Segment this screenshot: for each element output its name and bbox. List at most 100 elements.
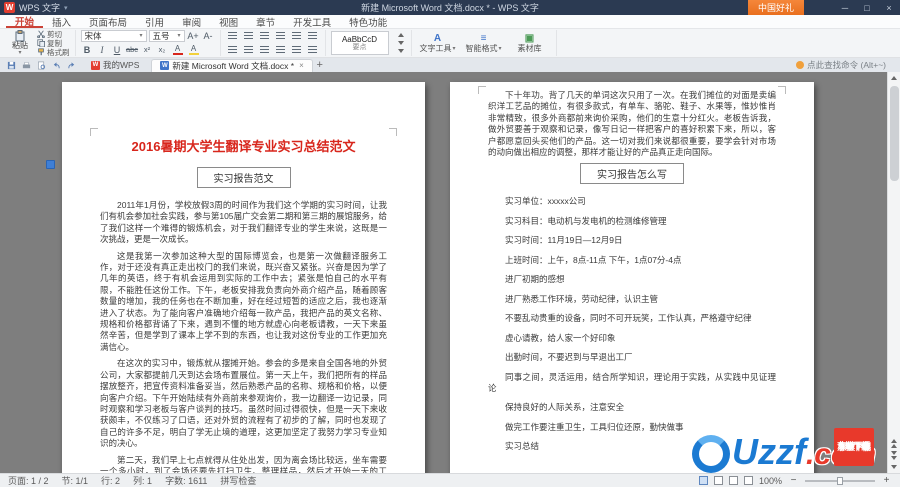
bold-button[interactable]: B xyxy=(81,44,94,56)
scrollbar-thumb[interactable] xyxy=(889,86,899,181)
next-page-button[interactable] xyxy=(888,449,900,461)
format-painter-button[interactable]: 格式刷 xyxy=(37,48,70,57)
zoom-slider[interactable] xyxy=(805,476,875,485)
list-item[interactable]: 进厂初期的感想 xyxy=(488,274,776,285)
shrink-font-button[interactable]: A- xyxy=(202,30,215,42)
save-button[interactable] xyxy=(4,59,19,71)
outline-view-button[interactable] xyxy=(728,476,738,485)
style-gallery-more-button[interactable] xyxy=(396,48,406,54)
highlight-color-button[interactable]: A xyxy=(187,44,201,56)
page-1[interactable]: 2016暑期大学生翻译专业实习总结范文 实习报告范文 2011年1月份，学校放假… xyxy=(62,82,425,473)
font-name-select[interactable]: 宋体 ▾ xyxy=(80,30,147,43)
subtitle-box[interactable]: 实习报告范文 xyxy=(196,167,291,188)
smart-format-button[interactable]: ≡ 智能格式 ▾ xyxy=(463,33,505,53)
zoom-slider-thumb[interactable] xyxy=(837,476,843,485)
font-size-value: 五号 xyxy=(152,31,170,42)
find-command-hint[interactable]: 点此查找命令 (Alt+~) xyxy=(796,59,886,71)
zoom-in-button[interactable]: + xyxy=(881,475,892,486)
grow-font-button[interactable]: A+ xyxy=(187,30,200,42)
new-tab-button[interactable]: + xyxy=(313,59,327,72)
borders-button[interactable] xyxy=(306,30,320,42)
style-gallery-down-button[interactable] xyxy=(396,40,406,46)
fullscreen-view-button[interactable] xyxy=(743,476,753,485)
menu-tab-section[interactable]: 章节 xyxy=(247,15,284,29)
font-color-button[interactable]: A xyxy=(171,44,185,56)
paragraph[interactable]: 这是我第一次参加这种大型的国际博览会，也是第一次做翻译服务工作，对于还没有真正走… xyxy=(100,251,387,354)
align-center-button[interactable] xyxy=(242,44,256,56)
list-item[interactable]: 实习单位：xxxxx公司 xyxy=(488,196,776,207)
shading-button[interactable] xyxy=(290,30,304,42)
superscript-button[interactable]: x² xyxy=(141,44,154,56)
bullets-button[interactable] xyxy=(226,30,240,42)
subscript-button[interactable]: x₂ xyxy=(156,44,169,56)
italic-button[interactable]: I xyxy=(96,44,109,56)
menu-tab-page-layout[interactable]: 页面布局 xyxy=(80,15,136,29)
web-layout-view-button[interactable] xyxy=(713,476,723,485)
menu-tab-special-features[interactable]: 特色功能 xyxy=(340,15,396,29)
list-item[interactable]: 出勤时间，不要迟到与早退出工厂 xyxy=(488,352,776,363)
strikethrough-button[interactable]: abc xyxy=(126,44,139,56)
justify-button[interactable] xyxy=(274,44,288,56)
text-tools-label: 文字工具 xyxy=(419,44,452,53)
list-item[interactable]: 不要乱动贵重的设备，同时不可开玩笑，工作认真，严格遵守纪律 xyxy=(488,313,776,324)
style-gallery-up-button[interactable] xyxy=(396,32,406,38)
tab-current-document[interactable]: W 新建 Microsoft Word 文档.docx * × xyxy=(151,58,313,72)
list-item[interactable]: 进厂熟悉工作环境，劳动纪律，认识主管 xyxy=(488,294,776,305)
document-heading[interactable]: 2016暑期大学生翻译专业实习总结范文 xyxy=(100,138,387,155)
align-left-button[interactable] xyxy=(226,44,240,56)
line-spacing-button[interactable] xyxy=(306,44,320,56)
menu-tab-review[interactable]: 审阅 xyxy=(173,15,210,29)
watermark-badge: 东坡下载 xyxy=(834,428,874,466)
paragraph[interactable]: 2011年1月份，学校放假3周的时间作为我们这个学期的实习时间，让我们有机会参加… xyxy=(100,200,387,246)
underline-button[interactable]: U xyxy=(111,44,124,56)
style-chip[interactable]: AaBbCcD 要点 xyxy=(330,31,389,55)
status-word-count[interactable]: 字数: 1611 xyxy=(165,474,207,487)
close-button[interactable]: × xyxy=(878,0,900,15)
previous-page-button[interactable] xyxy=(888,437,900,449)
maximize-button[interactable]: □ xyxy=(856,0,878,15)
minimize-button[interactable]: ─ xyxy=(834,0,856,15)
section-box[interactable]: 实习报告怎么写 xyxy=(580,163,684,185)
menu-tab-developer[interactable]: 开发工具 xyxy=(284,15,340,29)
list-item[interactable]: 虚心请教，给人家一个好印象 xyxy=(488,333,776,344)
assets-library-button[interactable]: ▣ 素材库 xyxy=(509,33,551,53)
undo-button[interactable] xyxy=(49,59,64,71)
distribute-button[interactable] xyxy=(290,44,304,56)
paragraph[interactable]: 第二天，我们早上七点就得从住处出发，因为离会场比较远，坐车需要一个多小时，到了会… xyxy=(100,455,387,473)
zoom-out-button[interactable]: − xyxy=(788,475,799,486)
list-item[interactable]: 保持良好的人际关系，注意安全 xyxy=(488,402,776,413)
tab-close-icon[interactable]: × xyxy=(299,61,304,70)
menu-tab-home[interactable]: 开始 xyxy=(6,15,44,28)
print-layout-view-button[interactable] xyxy=(698,476,708,485)
numbering-button[interactable] xyxy=(242,30,256,42)
tab-my-wps[interactable]: W 我的WPS xyxy=(83,59,147,72)
menu-tab-references[interactable]: 引用 xyxy=(136,15,173,29)
redo-button[interactable] xyxy=(64,59,79,71)
scroll-down-button[interactable] xyxy=(888,461,900,473)
scissors-icon xyxy=(37,30,45,38)
paragraph[interactable]: 下十年功。背了几天的单词这次只用了一次。在我们摊位的对面是卖编织洋工艺品的摊位，… xyxy=(488,90,776,158)
list-item[interactable]: 同事之间，灵活运用，结合所学知识，理论用于实践，从实践中见证理论 xyxy=(488,372,776,394)
scroll-up-button[interactable] xyxy=(888,72,900,84)
align-right-button[interactable] xyxy=(258,44,272,56)
menu-tab-view[interactable]: 视图 xyxy=(210,15,247,29)
list-item[interactable]: 实习时间：11月19日—12月9日 xyxy=(488,235,776,246)
increase-indent-button[interactable] xyxy=(274,30,288,42)
ribbon: 粘贴 ▾ 剪切 复制 格式刷 宋体 ▾ 五号 ▾ A+ A- B I U abc… xyxy=(0,29,900,58)
promo-badge-button[interactable]: 中国好礼 xyxy=(747,0,804,15)
list-item[interactable]: 上班时间：上午，8点-11点 下午，1点07分-4点 xyxy=(488,255,776,266)
vertical-scrollbar[interactable] xyxy=(887,72,900,473)
list-item[interactable]: 实习科目：电动机与发电机的检测维修管理 xyxy=(488,216,776,227)
paste-button[interactable]: 粘贴 ▾ xyxy=(7,30,33,56)
text-tools-button[interactable]: A 文字工具 ▾ xyxy=(417,33,459,53)
menu-tab-insert[interactable]: 插入 xyxy=(43,15,80,29)
decrease-indent-button[interactable] xyxy=(258,30,272,42)
font-size-select[interactable]: 五号 ▾ xyxy=(148,30,185,43)
print-preview-button[interactable] xyxy=(34,59,49,71)
paragraph[interactable]: 在这次的实习中，锻炼就从摆摊开始。参会的多是来自全国各地的外贸公司，大家都提前几… xyxy=(100,358,387,449)
page-2[interactable]: 下十年功。背了几天的单词这次只用了一次。在我们摊位的对面是卖编织洋工艺品的摊位，… xyxy=(450,82,814,473)
print-button[interactable] xyxy=(19,59,34,71)
app-menu-button[interactable]: WPS 文字 xyxy=(19,1,60,14)
margin-bookmark-icon[interactable] xyxy=(46,160,55,169)
status-spellcheck[interactable]: 拼写检查 xyxy=(220,474,256,487)
